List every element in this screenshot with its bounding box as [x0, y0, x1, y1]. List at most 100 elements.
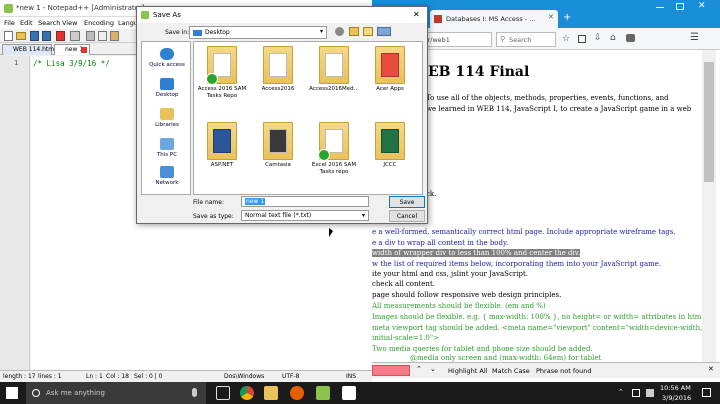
file-label: Access2016 [261, 86, 295, 92]
paste-icon[interactable] [110, 31, 119, 41]
copy-icon[interactable] [98, 31, 107, 41]
browser-search-box[interactable]: ⚲ Search [496, 32, 556, 47]
task-view-icon[interactable] [216, 386, 230, 400]
microphone-icon[interactable] [192, 388, 197, 397]
network-icon [160, 166, 174, 178]
view-menu-icon[interactable] [377, 27, 391, 36]
save-in-dropdown[interactable]: Desktop ▾ [189, 26, 327, 39]
tab-new-1[interactable]: new 1 [54, 44, 90, 55]
file-item[interactable]: Access 2016 SAM Tasks Repo [196, 46, 248, 100]
chat-icon[interactable] [626, 34, 635, 42]
cut-icon[interactable] [86, 31, 95, 41]
reader-icon[interactable] [578, 35, 586, 43]
dialog-icon [141, 11, 149, 19]
place-label: This PC [156, 152, 178, 158]
notepadpp-icon[interactable] [316, 386, 330, 400]
new-folder-icon[interactable] [363, 27, 373, 36]
save-button[interactable]: Save [389, 196, 425, 208]
file-label: Acer Apps [376, 86, 404, 92]
place-this-pc[interactable]: This PC [142, 138, 192, 158]
save-all-icon[interactable] [42, 31, 51, 41]
star-icon[interactable]: ☆ [562, 34, 570, 44]
volume-icon[interactable] [646, 389, 654, 397]
file-item[interactable]: JCCC [364, 122, 416, 169]
start-windows-icon[interactable] [6, 387, 18, 399]
camtasia-icon[interactable] [342, 386, 356, 400]
intro-line-2: we learned in WEB 114, JavaScript I, to … [426, 105, 692, 113]
menu-search[interactable]: Search [38, 19, 60, 27]
cortana-search-placeholder: Ask me anything [46, 389, 105, 397]
download-icon[interactable]: ⇩ [594, 33, 602, 43]
print-icon[interactable] [70, 31, 80, 41]
clock-time[interactable]: 10:56 AM [660, 384, 691, 392]
cancel-button[interactable]: Cancel [389, 210, 425, 222]
file-label: ASP.NET [210, 162, 234, 168]
back-icon[interactable] [335, 27, 344, 36]
menu-encoding[interactable]: Encoding [84, 19, 114, 27]
folder-icon [207, 122, 237, 160]
close-find-icon[interactable]: ✕ [708, 365, 714, 373]
file-explorer-icon[interactable] [264, 386, 278, 400]
file-item[interactable]: Camtasia [252, 122, 304, 169]
new-file-icon[interactable] [4, 31, 13, 41]
browser-tab[interactable]: Databases I: MS Access - ... ✕ [430, 10, 558, 28]
new-tab-icon[interactable]: + [563, 12, 571, 23]
place-network[interactable]: Network [142, 166, 192, 186]
maximize-icon[interactable] [676, 3, 684, 10]
dialog-title: Save As [153, 11, 181, 19]
home-icon[interactable]: ⌂ [610, 33, 616, 43]
sync-check-icon [318, 149, 330, 161]
notification-icon[interactable] [702, 388, 711, 397]
file-item[interactable]: Excel 2016 SAM Tasks repo [308, 122, 360, 176]
menu-edit[interactable]: Edit [20, 19, 33, 27]
save-icon[interactable] [30, 31, 39, 41]
find-input[interactable] [372, 365, 410, 376]
tab-web114-html[interactable]: WEB 114.html [2, 44, 56, 55]
find-previous-icon[interactable]: ⌃ [416, 365, 422, 373]
open-file-icon[interactable] [16, 32, 26, 40]
menu-file[interactable]: File [4, 19, 15, 27]
clock-date[interactable]: 3/9/2016 [662, 394, 691, 402]
line-number: 1 [14, 59, 19, 67]
file-item[interactable]: Access2016Med... [308, 46, 360, 93]
save-in-value: Desktop [205, 29, 230, 36]
close-file-icon[interactable] [56, 31, 65, 41]
folder-icon [263, 122, 293, 160]
dialog-close-icon[interactable]: ✕ [413, 10, 420, 19]
desktop-folder-icon [193, 30, 202, 36]
up-folder-icon[interactable] [349, 27, 359, 36]
place-quick-access[interactable]: Quick access [142, 48, 192, 68]
page-heading: EB 114 Final [428, 64, 530, 80]
minimize-icon[interactable] [656, 7, 664, 8]
close-window-icon[interactable]: ✕ [698, 1, 706, 11]
network-tray-icon[interactable] [632, 389, 640, 397]
scrollbar-thumb[interactable] [704, 62, 714, 182]
file-item[interactable]: Acer Apps [364, 46, 416, 93]
status-ins: INS [346, 373, 357, 380]
desktop-icon [160, 78, 174, 90]
req-line-1: e a well-formed, semantically correct ht… [372, 228, 676, 236]
menu-language[interactable]: Langu [118, 19, 138, 27]
green-line-2: Images should be flexible. e.g. { max-wi… [372, 313, 706, 321]
file-item[interactable]: Access2016 [252, 46, 304, 93]
save-type-dropdown[interactable]: Normal text file (*.txt) ▾ [241, 210, 369, 221]
file-item[interactable]: ASP.NET [196, 122, 248, 169]
place-libraries[interactable]: Libraries [142, 108, 192, 128]
file-name-input[interactable]: new 1 [241, 196, 369, 207]
match-case-option[interactable]: Match Case [492, 367, 530, 375]
menu-icon[interactable]: ☰ [690, 32, 699, 43]
tray-up-icon[interactable]: ⌃ [618, 388, 624, 396]
code-line: /* Lisa 3/9/16 */ [33, 59, 110, 68]
highlight-all-option[interactable]: Highlight All [448, 367, 487, 375]
close-tab-icon[interactable]: ✕ [548, 13, 554, 21]
close-tab-icon[interactable] [81, 47, 87, 53]
menu-view[interactable]: View [62, 19, 77, 27]
star-icon [160, 48, 174, 60]
firefox-icon[interactable] [290, 386, 304, 400]
cortana-search-box[interactable]: Ask me anything [26, 382, 206, 404]
tab-favicon-icon [434, 15, 442, 23]
place-desktop[interactable]: Desktop [142, 78, 192, 98]
chrome-icon[interactable] [240, 386, 254, 400]
find-next-icon[interactable]: ⌄ [430, 365, 436, 373]
search-placeholder: Search [509, 36, 532, 44]
